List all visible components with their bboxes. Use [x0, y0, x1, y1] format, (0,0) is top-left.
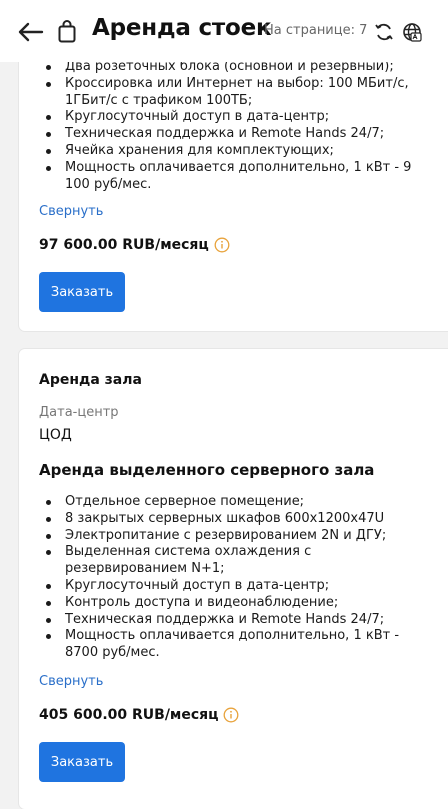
order-button[interactable]: Заказать — [39, 742, 125, 782]
service-title: Аренда выделенного серверного зала — [39, 461, 375, 479]
list-item: Круглосуточный доступ в дата-центр; — [39, 109, 419, 126]
feature-list: Отдельное серверное помещение; 8 закрыты… — [39, 494, 419, 662]
info-icon[interactable] — [214, 237, 230, 253]
arrow-left-icon[interactable] — [16, 20, 44, 44]
order-button[interactable]: Заказать — [39, 272, 125, 312]
list-item: Электропитание с резервированием 2N и ДГ… — [39, 528, 419, 545]
collapse-link[interactable]: Свернуть — [39, 674, 103, 689]
feature-list: Два розеточных блока (основной и резервн… — [39, 59, 419, 193]
collapse-link[interactable]: Свернуть — [39, 204, 103, 219]
list-item: Круглосуточный доступ в дата-центр; — [39, 578, 419, 595]
list-item: Ячейка хранения для комплектующих; — [39, 143, 419, 160]
list-item: Техническая поддержка и Remote Hands 24/… — [39, 612, 419, 629]
datacenter-value: ЦОД — [39, 427, 72, 443]
shopping-bag-icon[interactable] — [57, 20, 77, 44]
list-item: Мощность оплачивается дополнительно, 1 к… — [39, 160, 419, 194]
page-title: Аренда стоек — [92, 15, 272, 41]
list-item: Техническая поддержка и Remote Hands 24/… — [39, 126, 419, 143]
list-item: Кроссировка или Интернет на выбор: 100 М… — [39, 76, 419, 110]
list-item: Мощность оплачивается дополнительно, 1 к… — [39, 628, 419, 662]
list-item: Выделенная система охлаждения с резервир… — [39, 544, 419, 578]
list-item: Отдельное серверное помещение; — [39, 494, 419, 511]
product-card-hall: Аренда зала Дата-центр ЦОД Аренда выделе… — [19, 349, 448, 809]
list-item: 8 закрытых серверных шкафов 600x1200x47U — [39, 511, 419, 528]
price: 405 600.00 RUB/месяц — [39, 707, 219, 723]
category-title: Аренда зала — [39, 372, 142, 388]
info-icon[interactable] — [223, 707, 239, 723]
top-bar: Аренда стоек На странице: 7 — [0, 0, 448, 62]
product-card-rack: Два розеточных блока (основной и резервн… — [19, 40, 448, 331]
list-item: Контроль доступа и видеонаблюдение; — [39, 595, 419, 612]
price: 97 600.00 RUB/месяц — [39, 237, 209, 253]
refresh-icon[interactable] — [374, 22, 394, 42]
globe-icon[interactable] — [402, 22, 422, 42]
items-per-page[interactable]: На странице: 7 — [264, 23, 367, 38]
datacenter-label: Дата-центр — [39, 405, 119, 420]
